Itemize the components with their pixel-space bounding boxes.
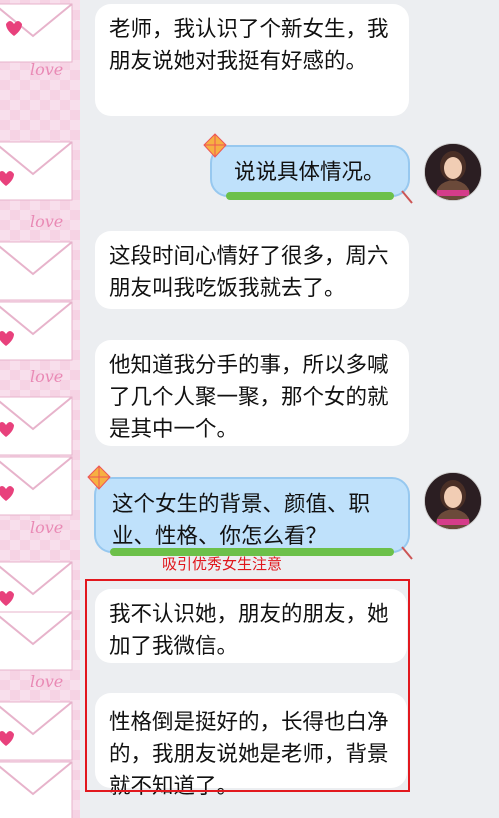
highlight-box: [85, 579, 410, 792]
decorative-envelope-strip: love love love love love: [0, 0, 80, 818]
pin-icon: [401, 190, 413, 204]
love-text: love: [30, 518, 64, 537]
envelope-icon: [0, 241, 73, 301]
avatar[interactable]: [424, 143, 482, 201]
teacher-portrait-icon: [425, 144, 481, 200]
envelope-icon: [0, 3, 73, 63]
kite-icon: [87, 465, 111, 490]
message-text: 老师，我认识了个新女生，我朋友说她对我挺有好感的。: [109, 17, 389, 74]
envelope-icon: [0, 761, 73, 818]
grass-decoration: [226, 192, 394, 200]
love-text: love: [30, 60, 64, 79]
annotation-label: 吸引优秀女生注意: [162, 555, 283, 573]
message-incoming: 老师，我认识了个新女生，我朋友说她对我挺有好感的。: [95, 4, 409, 116]
avatar[interactable]: [424, 472, 482, 530]
love-text: love: [30, 672, 64, 691]
envelope-icon: [0, 396, 73, 456]
pin-icon: [401, 546, 413, 560]
message-incoming: 这段时间心情好了很多，周六朋友叫我吃饭我就去了。: [95, 231, 409, 309]
envelope-icon: [0, 141, 73, 201]
love-text: love: [30, 367, 64, 386]
envelope-icon: [0, 456, 73, 516]
message-text: 这个女生的背景、颜值、职业、性格、你怎么看？: [112, 492, 371, 549]
envelope-icon: [0, 701, 73, 761]
message-outgoing: 说说具体情况。: [203, 133, 413, 204]
kite-icon: [203, 133, 227, 158]
message-text: 这段时间心情好了很多，周六朋友叫我吃饭我就去了。: [109, 244, 389, 301]
envelope-icon: [0, 301, 73, 361]
teacher-portrait-icon: [425, 473, 481, 529]
love-text: love: [30, 212, 64, 231]
message-text: 说说具体情况。: [234, 160, 385, 185]
message-incoming: 他知道我分手的事，所以多喊了几个人聚一聚，那个女的就是其中一个。: [95, 340, 409, 446]
message-outgoing: 这个女生的背景、颜值、职业、性格、你怎么看？: [87, 465, 413, 560]
message-text: 他知道我分手的事，所以多喊了几个人聚一聚，那个女的就是其中一个。: [109, 353, 389, 442]
envelope-icon: [0, 611, 73, 671]
